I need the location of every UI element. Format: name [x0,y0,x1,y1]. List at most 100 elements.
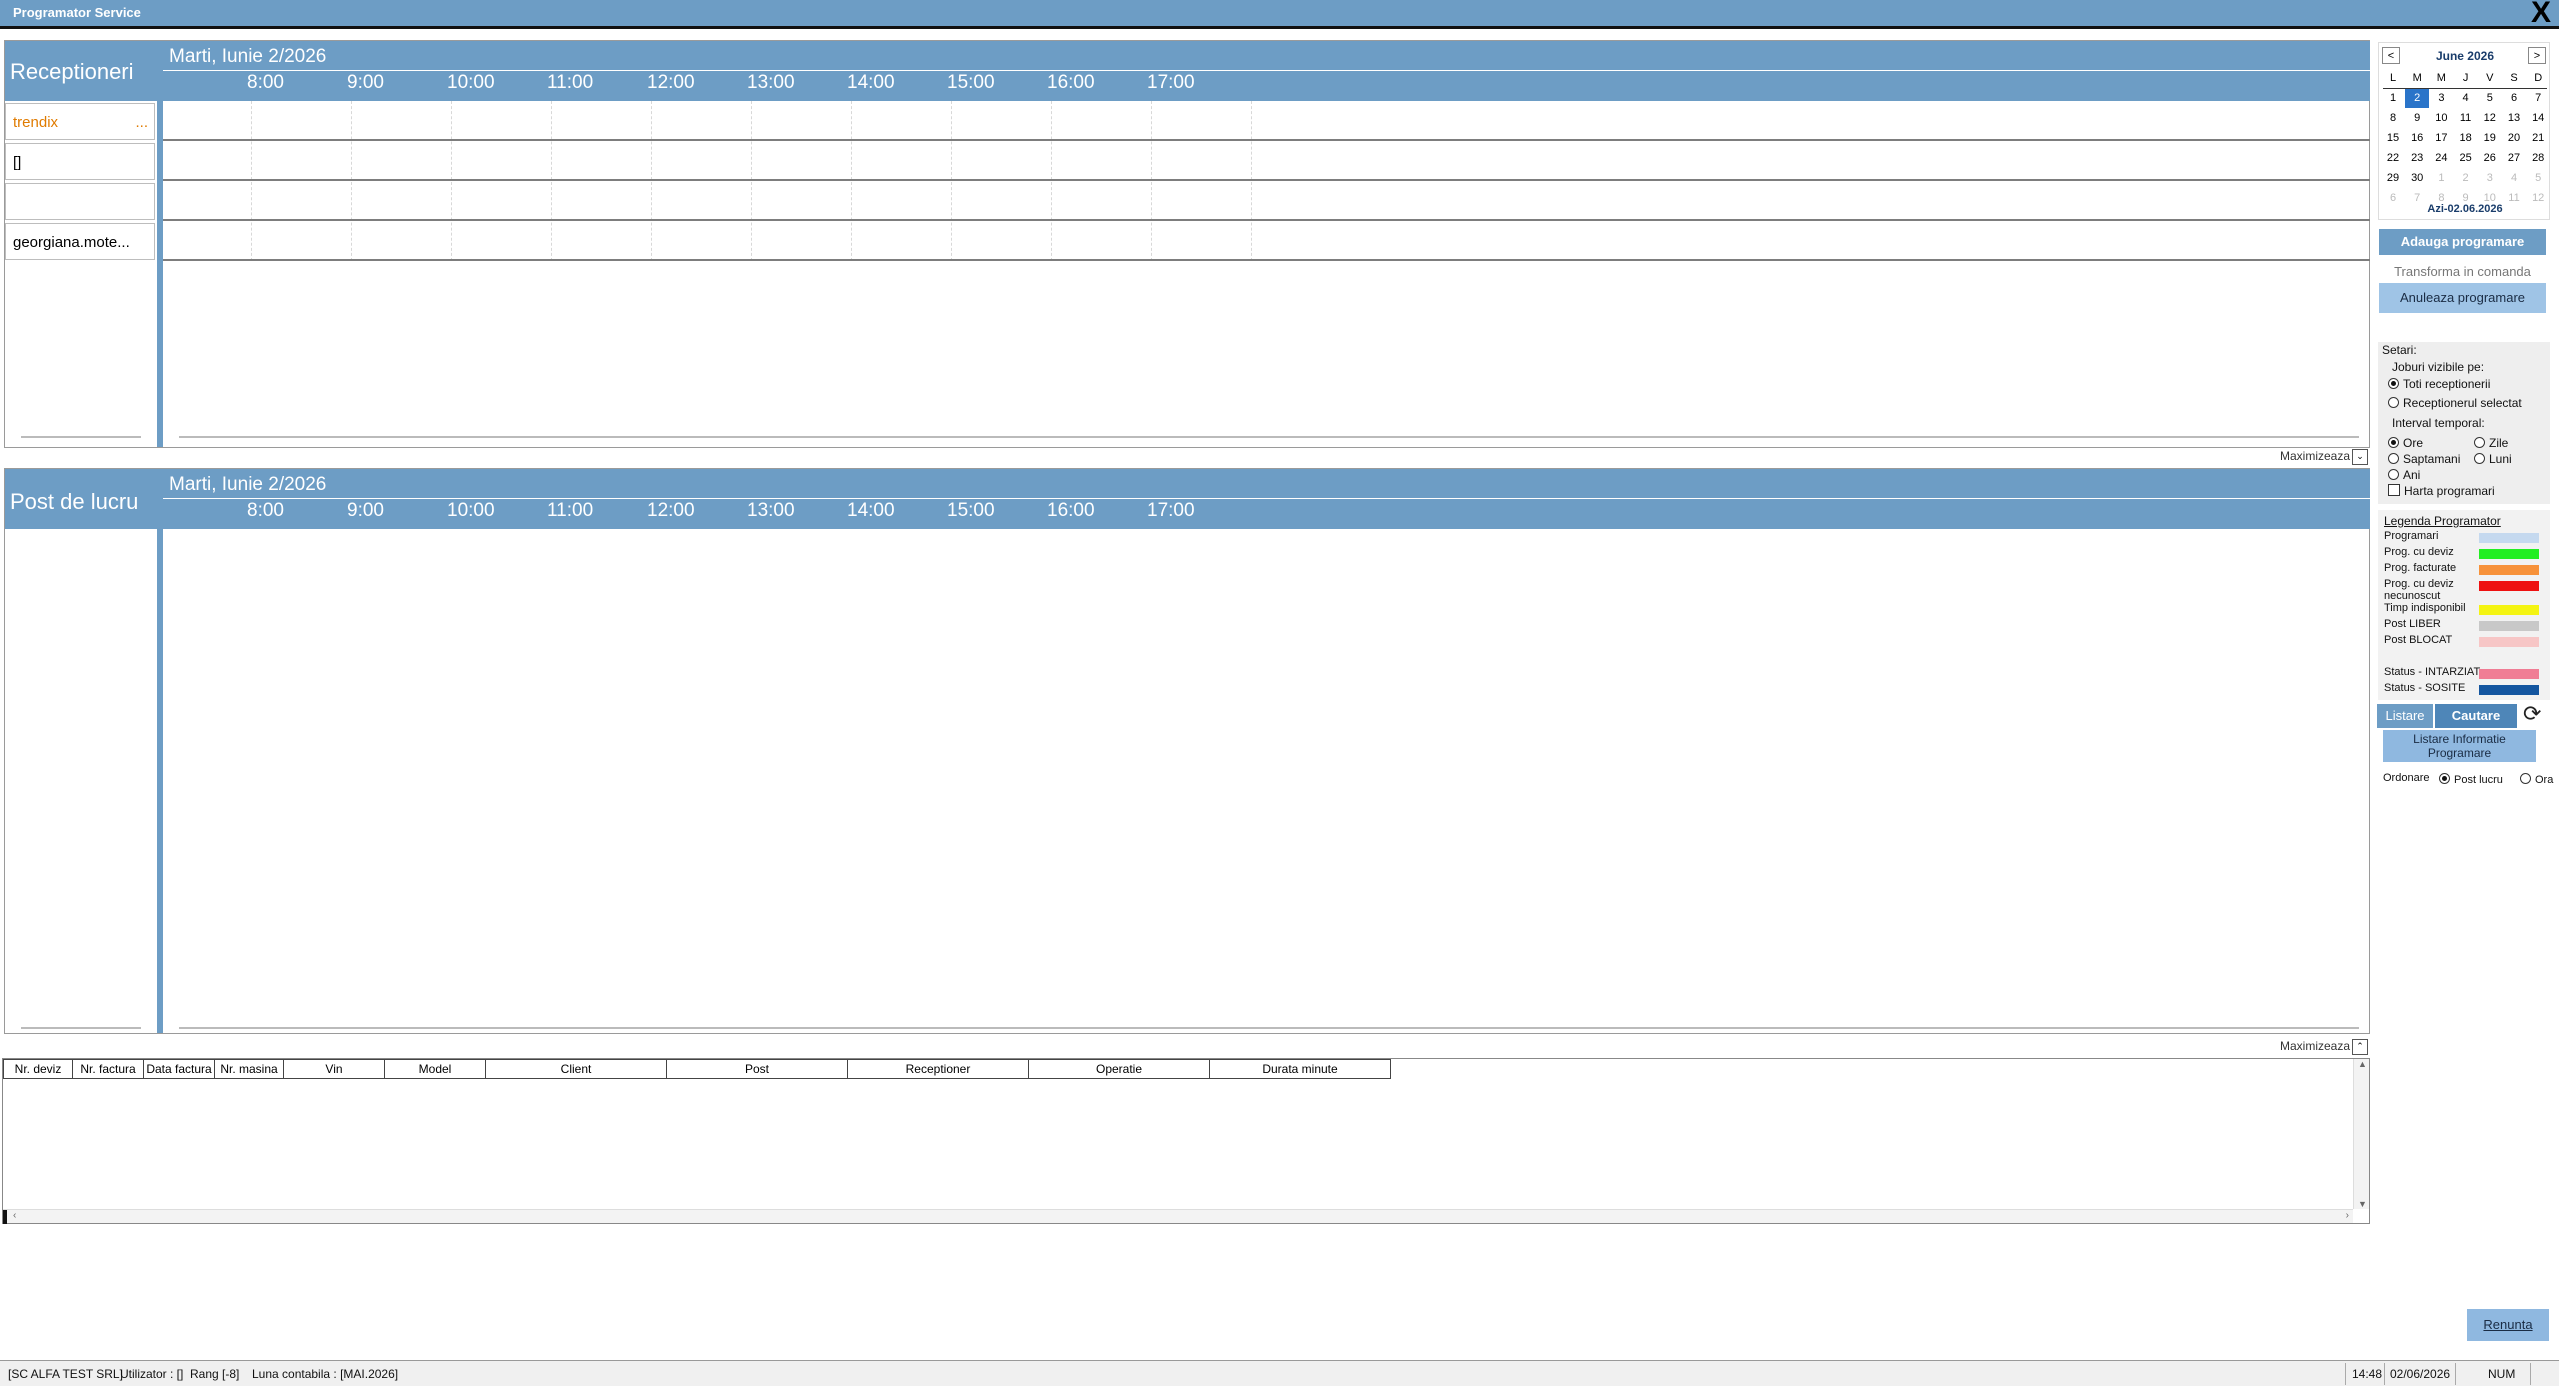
radio-ora[interactable]: Ora [2520,773,2553,786]
vertical-scrollbar[interactable]: ▲ ▼ [2353,1059,2369,1209]
calendar-month-title[interactable]: June 2026 [2379,49,2551,63]
calendar-day[interactable]: 13 [2502,109,2526,128]
radio-icon[interactable] [2388,378,2399,389]
table-column-header[interactable]: Post [666,1059,848,1079]
listare-informatie-button[interactable]: Listare Informatie Programare [2383,730,2536,762]
radio-icon[interactable] [2520,773,2531,784]
table-column-header[interactable]: Nr. deviz [3,1059,73,1079]
calendar-day[interactable]: 8 [2381,109,2405,128]
calendar-day[interactable]: 7 [2526,89,2550,108]
checkbox-icon[interactable] [2388,484,2400,496]
legend-item: Post BLOCAT [2384,634,2539,650]
radio-saptamani[interactable]: Saptamani [2388,452,2460,466]
calendar-day[interactable]: 1 [2381,89,2405,108]
calendar-day[interactable]: 6 [2502,89,2526,108]
calendar-day[interactable]: 22 [2381,149,2405,168]
radio-icon[interactable] [2388,453,2399,464]
radio-icon[interactable] [2388,437,2399,448]
calendar-day[interactable]: 12 [2478,109,2502,128]
calendar-day[interactable]: 28 [2526,149,2550,168]
radio-toti-receptionerii[interactable]: Toti receptionerii [2388,377,2490,391]
timeline-grid[interactable] [163,101,2370,439]
table-column-header[interactable]: Nr. masina [214,1059,284,1079]
transforma-comanda-link[interactable]: Transforma in comanda [2379,264,2546,279]
calendar-day[interactable]: 10 [2429,109,2453,128]
calendar-day[interactable]: 2 [2454,169,2478,188]
calendar-day[interactable]: 2 [2405,89,2430,108]
calendar-day[interactable]: 25 [2454,149,2478,168]
tab-listare[interactable]: Listare [2377,704,2433,728]
calendar-day[interactable]: 27 [2502,149,2526,168]
calendar-day[interactable]: 11 [2454,109,2478,128]
receptioner-row[interactable]: [] [5,143,155,180]
calendar-day[interactable]: 3 [2478,169,2502,188]
calendar-day[interactable]: 19 [2478,129,2502,148]
radio-ani[interactable]: Ani [2388,468,2420,482]
table-column-header[interactable]: Nr. factura [72,1059,144,1079]
calendar-day[interactable]: 30 [2405,169,2429,188]
calendar-day[interactable]: 16 [2405,129,2429,148]
receptioner-row[interactable]: georgiana.mote... [5,223,155,260]
hour-label: 9:00 [347,500,384,521]
calendar-day[interactable]: 4 [2502,169,2526,188]
timeline-scroll-track[interactable] [179,1027,2359,1029]
calendar-day[interactable]: 4 [2454,89,2478,108]
calendar-day[interactable]: 26 [2478,149,2502,168]
top-maximize-label[interactable]: Maximizeaza [2280,449,2350,463]
radio-icon[interactable] [2388,469,2399,480]
calendar-day[interactable]: 14 [2526,109,2550,128]
radio-receptionerul-selectat[interactable]: Receptionerul selectat [2388,396,2522,410]
horizontal-scrollbar[interactable]: ‹ › [3,1209,2353,1224]
harta-programari-checkbox[interactable]: Harta programari [2388,484,2495,498]
radio-zile[interactable]: Zile [2474,436,2508,450]
adauga-programare-button[interactable]: Adauga programare [2379,229,2546,255]
calendar-day[interactable]: 15 [2381,129,2405,148]
bottom-maximize-label[interactable]: Maximizeaza [2280,1039,2350,1053]
renunta-button[interactable]: Renunta [2467,1309,2549,1341]
top-maximize-button[interactable]: ⌄ [2352,449,2368,465]
table-column-header[interactable]: Client [485,1059,667,1079]
calendar-day[interactable]: 1 [2429,169,2453,188]
radio-luni[interactable]: Luni [2474,452,2512,466]
receptioner-row[interactable] [5,183,155,220]
calendar-next-button[interactable]: > [2528,47,2546,64]
calendar-day[interactable]: 20 [2502,129,2526,148]
anuleaza-programare-button[interactable]: Anuleaza programare [2379,283,2546,313]
calendar-day[interactable]: 29 [2381,169,2405,188]
refresh-icon[interactable]: ⟳ [2523,701,2541,727]
calendar-day[interactable]: 18 [2454,129,2478,148]
calendar-day[interactable]: 9 [2405,109,2429,128]
timeline-scroll-track[interactable] [179,436,2359,438]
more-indicator[interactable]: ... [135,114,148,131]
left-scroll-track[interactable] [21,436,141,438]
bottom-maximize-button[interactable]: ⌃ [2352,1039,2368,1055]
table-column-header[interactable]: Data factura [143,1059,215,1079]
radio-post-lucru[interactable]: Post lucru [2439,773,2503,786]
legend-label: Timp indisponibil [2384,602,2466,614]
table-column-header[interactable]: Model [384,1059,486,1079]
calendar-day[interactable]: 5 [2526,169,2550,188]
receptioner-row[interactable]: trendix... [5,103,155,140]
calendar-day[interactable]: 23 [2405,149,2429,168]
left-scroll-track[interactable] [21,1027,141,1029]
calendar-day[interactable]: 24 [2429,149,2453,168]
status-time: 14:48 [2352,1367,2383,1381]
legend-item: Timp indisponibil [2384,602,2539,618]
radio-icon[interactable] [2474,437,2485,448]
table-column-header[interactable]: Durata minute [1209,1059,1391,1079]
calendar-today[interactable]: Azi-02.06.2026 [2379,203,2551,215]
timeline-grid[interactable] [163,529,2370,1024]
calendar-day[interactable]: 3 [2429,89,2453,108]
table-column-header[interactable]: Operatie [1028,1059,1210,1079]
calendar-day[interactable]: 5 [2478,89,2502,108]
radio-icon[interactable] [2474,453,2485,464]
calendar-day[interactable]: 21 [2526,129,2550,148]
close-button[interactable]: X [2531,0,2551,29]
calendar-day[interactable]: 17 [2429,129,2453,148]
table-column-header[interactable]: Vin [283,1059,385,1079]
radio-icon[interactable] [2388,397,2399,408]
table-column-header[interactable]: Receptioner [847,1059,1029,1079]
radio-icon[interactable] [2439,773,2450,784]
radio-ore[interactable]: Ore [2388,436,2423,450]
tab-cautare[interactable]: Cautare [2435,704,2517,728]
